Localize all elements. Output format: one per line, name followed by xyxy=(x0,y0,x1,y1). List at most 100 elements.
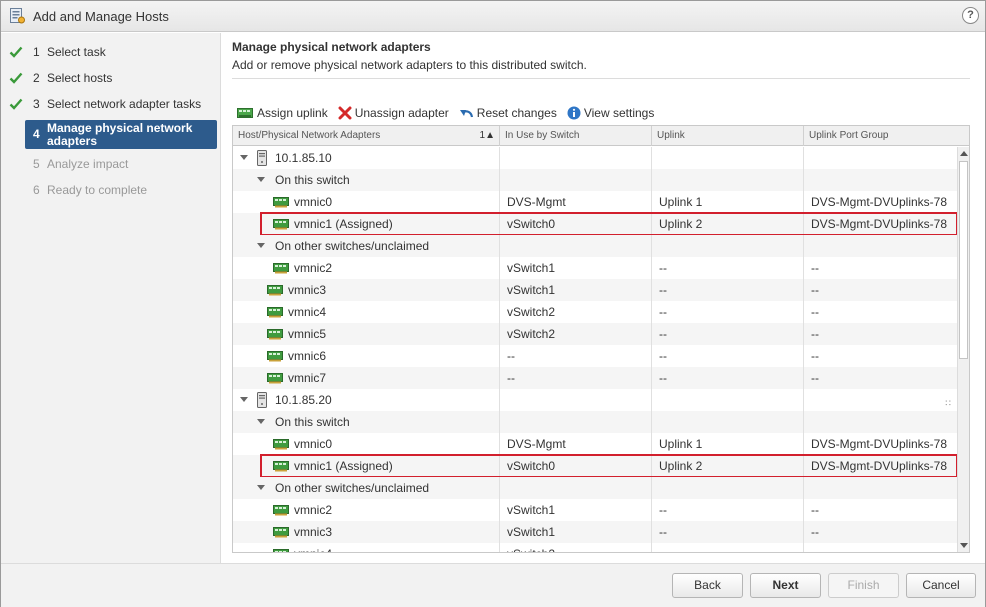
grid-rows: 10.1.85.10 On this switch vmnic0 DVS-Mgmt Up… xyxy=(233,147,957,552)
adapter-name: vmnic6 xyxy=(288,349,327,363)
cell-adapter: 10.1.85.20 xyxy=(233,389,500,411)
step-number: 2 xyxy=(33,71,40,85)
host-server-icon xyxy=(257,150,267,166)
adapter-row[interactable]: vmnic5 vSwitch2 -- -- xyxy=(233,323,957,345)
cell-port-group xyxy=(804,147,957,169)
expand-arrow-icon[interactable] xyxy=(240,155,248,160)
adapter-name: vmnic4 xyxy=(294,543,332,552)
column-header-uplink[interactable]: Uplink xyxy=(652,126,804,146)
expand-arrow-icon[interactable] xyxy=(257,243,265,248)
cell-port-group: -- xyxy=(811,503,819,517)
adapter-name: vmnic3 xyxy=(288,283,327,297)
cell-adapter: vmnic0 xyxy=(233,433,500,455)
adapter-row[interactable]: vmnic0 DVS-Mgmt Uplink 1 DVS-Mgmt-DVUplinks… xyxy=(233,433,957,455)
step-number: 3 xyxy=(33,97,40,111)
host-row[interactable]: 10.1.85.20 xyxy=(233,389,957,411)
wizard-footer: Back Next Finish Cancel xyxy=(1,563,985,607)
cell-switch xyxy=(500,477,652,499)
cell-uplink: -- xyxy=(652,257,804,279)
cell-uplink: Uplink 1 xyxy=(652,191,804,213)
expand-arrow-icon[interactable] xyxy=(240,397,248,402)
adapter-row[interactable]: vmnic0 DVS-Mgmt Uplink 1 DVS-Mgmt-DVUplinks… xyxy=(233,191,957,213)
cell-adapter: vmnic5 xyxy=(233,323,500,345)
cell-adapter: vmnic2 xyxy=(233,499,500,521)
step-4[interactable]: 4 Manage physical network adapters xyxy=(25,120,217,149)
assign-uplink-button[interactable]: Assign uplink xyxy=(237,106,328,120)
step-label: Select network adapter tasks xyxy=(47,97,202,111)
resize-grip-icon[interactable]: ∷ xyxy=(945,398,951,409)
step-label: Analyze impact xyxy=(47,157,129,171)
cancel-button[interactable]: Cancel xyxy=(906,573,976,598)
unassign-adapter-button[interactable]: Unassign adapter xyxy=(338,106,449,120)
step-label: Ready to complete xyxy=(47,183,148,197)
cell-switch: DVS-Mgmt xyxy=(500,191,652,213)
cell-adapter: vmnic1 (Assigned) xyxy=(233,213,500,235)
scroll-down-icon[interactable] xyxy=(960,543,968,548)
group-row[interactable]: On this switch xyxy=(233,411,957,433)
host-name: 10.1.85.10 xyxy=(275,151,332,165)
adapter-name: vmnic1 (Assigned) xyxy=(294,217,393,231)
adapter-name: vmnic2 xyxy=(294,261,333,275)
cell-switch: -- xyxy=(500,345,652,367)
adapter-row[interactable]: vmnic1 (Assigned) vSwitch0 Uplink 2 DVS-Mgm… xyxy=(233,213,957,235)
cell-adapter: 10.1.85.10 xyxy=(233,147,500,169)
column-header-label: Host/Physical Network Adapters xyxy=(238,130,381,141)
cell-switch xyxy=(500,389,652,411)
finish-button[interactable]: Finish xyxy=(828,573,899,598)
reset-changes-label: Reset changes xyxy=(476,106,557,120)
adapters-grid: Host/Physical Network Adapters 1▲ In Use… xyxy=(232,125,970,553)
next-button[interactable]: Next xyxy=(750,573,821,598)
adapter-row[interactable]: vmnic7 -- -- -- xyxy=(233,367,957,389)
checkmark-icon xyxy=(9,46,23,58)
page-description: Add or remove physical network adapters … xyxy=(232,58,587,72)
vertical-scrollbar[interactable] xyxy=(957,147,969,552)
network-adapter-icon xyxy=(273,219,289,230)
scroll-thumb[interactable] xyxy=(959,161,968,359)
cell-switch: vSwitch1 xyxy=(500,499,652,521)
cell-adapter: vmnic7 xyxy=(233,367,500,389)
adapter-row[interactable]: vmnic1 (Assigned) vSwitch0 Uplink 2 DVS-Mgm… xyxy=(233,455,957,477)
cell-port-group: DVS-Mgmt-DVUplinks-78 xyxy=(811,437,948,451)
adapter-name: vmnic7 xyxy=(288,371,327,385)
reset-changes-button[interactable]: Reset changes xyxy=(459,106,557,120)
adapter-row[interactable]: vmnic2 vSwitch1 -- -- xyxy=(233,499,957,521)
column-header-adapters[interactable]: Host/Physical Network Adapters 1▲ xyxy=(233,126,500,146)
group-row[interactable]: On other switches/unclaimed xyxy=(233,477,957,499)
cell-uplink: Uplink 2 xyxy=(652,213,804,235)
cell-port-group: -- xyxy=(811,327,819,341)
group-row[interactable]: On other switches/unclaimed xyxy=(233,235,957,257)
view-settings-button[interactable]: View settings xyxy=(567,106,654,120)
adapter-row[interactable]: vmnic4 vSwitch2 xyxy=(233,543,957,552)
adapter-row[interactable]: vmnic3 vSwitch1 -- -- xyxy=(233,279,957,301)
column-header-port-group[interactable]: Uplink Port Group xyxy=(804,126,969,146)
group-label: On other switches/unclaimed xyxy=(275,481,430,495)
back-button[interactable]: Back xyxy=(672,573,743,598)
cell-adapter: vmnic0 xyxy=(233,191,500,213)
column-header-switch[interactable]: In Use by Switch xyxy=(500,126,652,146)
host-row[interactable]: 10.1.85.10 xyxy=(233,147,957,169)
cell-switch: vSwitch2 xyxy=(500,323,652,345)
adapter-row[interactable]: vmnic6 -- -- -- xyxy=(233,345,957,367)
cell-switch: -- xyxy=(500,367,652,389)
network-adapter-icon xyxy=(267,351,283,362)
page-title: Manage physical network adapters xyxy=(232,40,431,54)
cell-switch: vSwitch2 xyxy=(500,301,652,323)
network-adapter-icon xyxy=(273,461,289,472)
cell-uplink xyxy=(652,411,804,433)
adapter-row[interactable]: vmnic2 vSwitch1 -- -- xyxy=(233,257,957,279)
adapter-row[interactable]: vmnic3 vSwitch1 -- -- xyxy=(233,521,957,543)
help-icon[interactable]: ? xyxy=(962,7,979,24)
cell-adapter: vmnic4 xyxy=(233,301,500,323)
group-row[interactable]: On this switch xyxy=(233,169,957,191)
expand-arrow-icon[interactable] xyxy=(257,485,265,490)
cell-uplink xyxy=(652,389,804,411)
cell-switch: vSwitch0 xyxy=(500,213,652,235)
adapter-row[interactable]: vmnic4 vSwitch2 -- -- xyxy=(233,301,957,323)
wizard-steps: 1 Select task 2 Select hosts 3 Select network… xyxy=(1,33,221,563)
cell-uplink: Uplink 2 xyxy=(652,455,804,477)
expand-arrow-icon[interactable] xyxy=(257,419,265,424)
expand-arrow-icon[interactable] xyxy=(257,177,265,182)
network-adapter-icon xyxy=(273,505,289,516)
scroll-up-icon[interactable] xyxy=(960,151,968,156)
network-adapter-icon xyxy=(273,439,289,450)
